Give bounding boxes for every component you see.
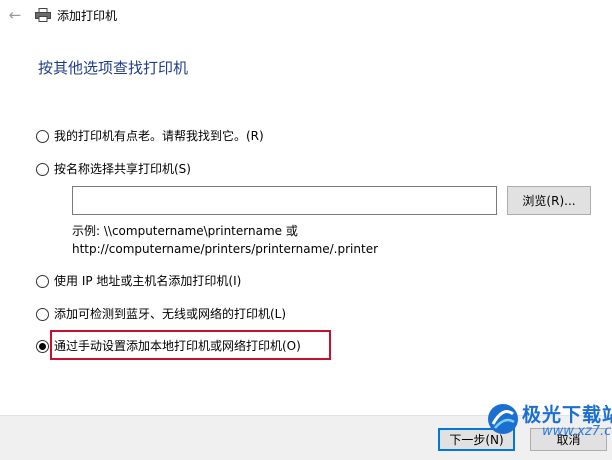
- shared-printer-name-input[interactable]: [72, 186, 497, 215]
- radio-manual-settings[interactable]: [36, 339, 49, 353]
- radio-old-printer[interactable]: [36, 129, 49, 143]
- option-ip-address[interactable]: 使用 IP 地址或主机名添加打印机(I): [36, 272, 241, 290]
- cancel-button[interactable]: 取消: [530, 428, 607, 451]
- example-text: 示例: \\computername\printername 或 http://…: [72, 222, 378, 258]
- browse-button[interactable]: 浏览(R)...: [507, 186, 591, 215]
- example-line-1: 示例: \\computername\printername 或: [72, 224, 298, 238]
- highlight-box: [50, 330, 331, 360]
- option-old-printer-label: 我的打印机有点老。请帮我找到它。(R): [54, 129, 264, 143]
- example-line-2: http://computername/printers/printername…: [72, 242, 379, 256]
- option-shared-printer-label: 按名称选择共享打印机(S): [54, 162, 191, 176]
- option-bluetooth-wireless[interactable]: 添加可检测到蓝牙、无线或网络的打印机(L): [36, 305, 286, 323]
- option-shared-printer[interactable]: 按名称选择共享打印机(S): [36, 160, 191, 178]
- window-title: 添加打印机: [57, 9, 118, 23]
- option-old-printer[interactable]: 我的打印机有点老。请帮我找到它。(R): [36, 127, 264, 145]
- page-title: 按其他选项查找打印机: [38, 59, 189, 77]
- footer-bar: [0, 415, 612, 460]
- next-button[interactable]: 下一步(N): [438, 428, 515, 451]
- radio-shared-printer[interactable]: [36, 162, 49, 176]
- printer-icon: [35, 8, 51, 22]
- radio-bluetooth-wireless[interactable]: [36, 307, 49, 321]
- option-bluetooth-wireless-label: 添加可检测到蓝牙、无线或网络的打印机(L): [54, 307, 287, 321]
- radio-ip-address[interactable]: [36, 274, 49, 288]
- option-ip-address-label: 使用 IP 地址或主机名添加打印机(I): [54, 274, 242, 288]
- title-bar: ← 添加打印机: [0, 0, 612, 32]
- back-arrow-icon[interactable]: ←: [6, 6, 24, 24]
